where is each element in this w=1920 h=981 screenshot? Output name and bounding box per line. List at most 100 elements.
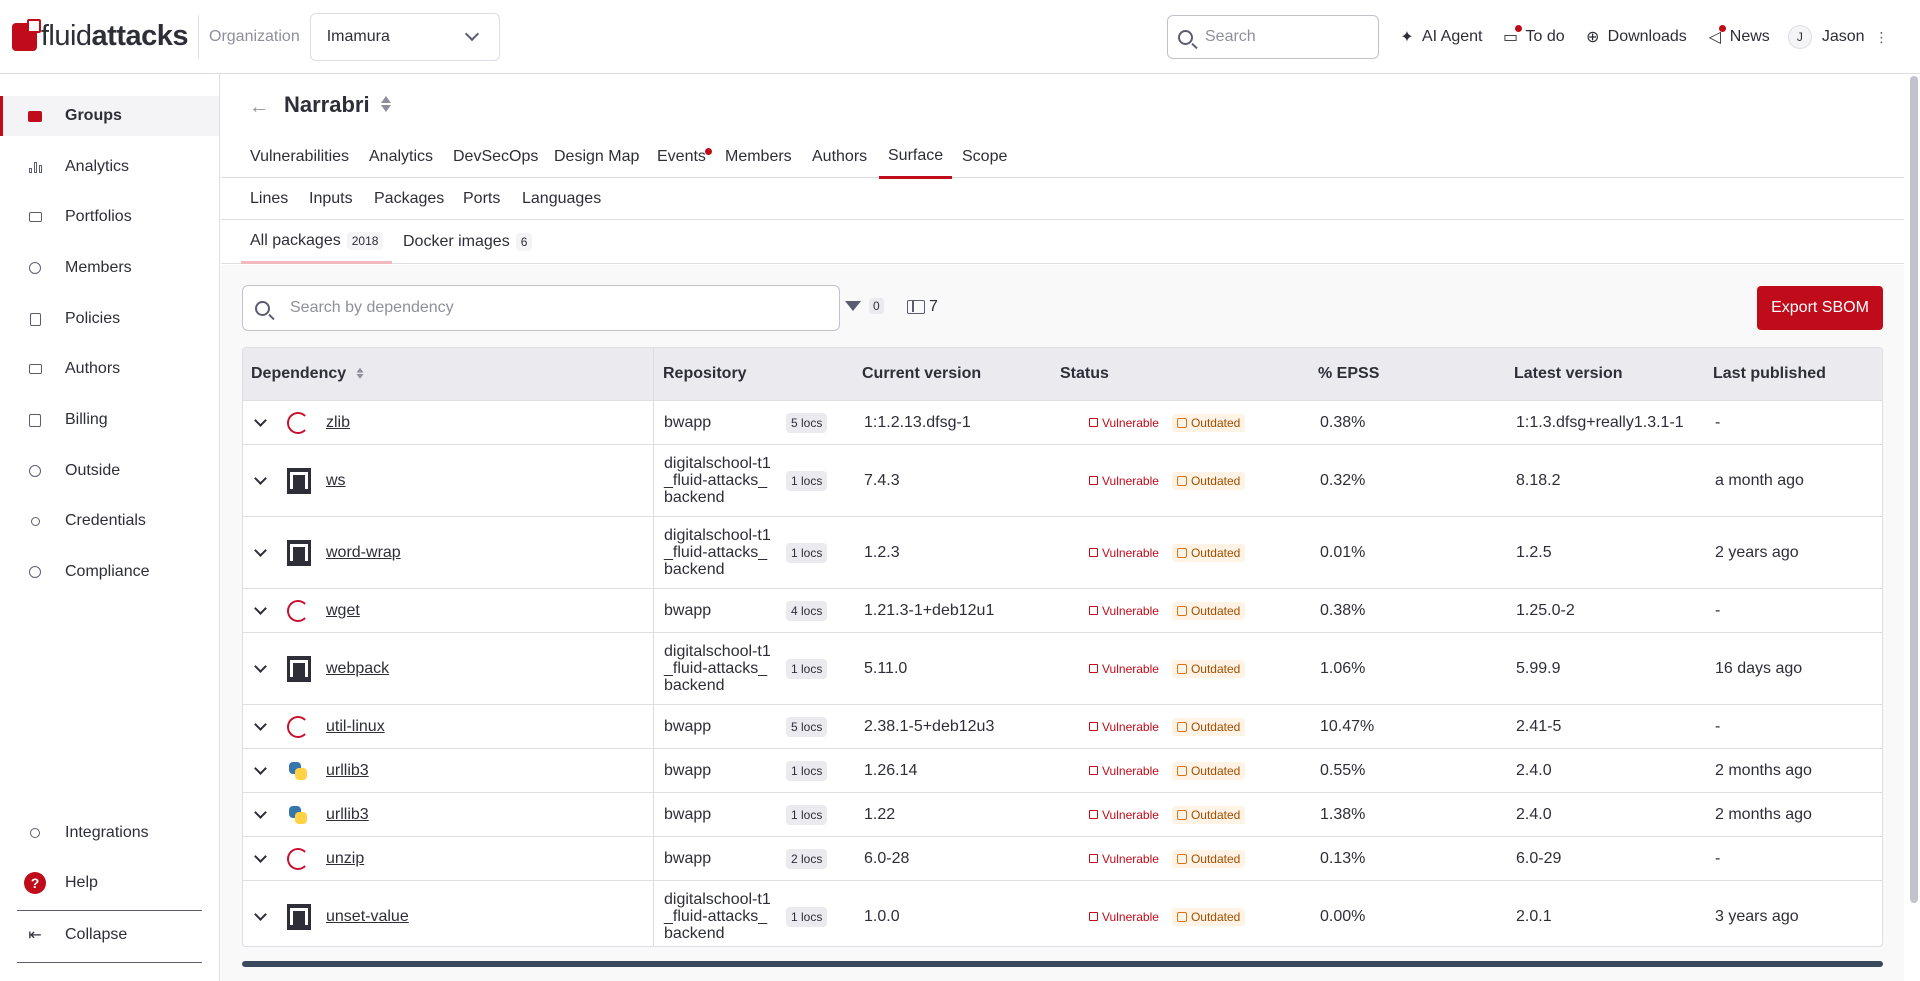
locs-badge[interactable]: 4 locs bbox=[786, 589, 828, 632]
tab-authors[interactable]: Authors bbox=[812, 136, 867, 178]
expand-row-button[interactable] bbox=[254, 705, 268, 748]
locs-badge[interactable]: 5 locs bbox=[786, 705, 828, 748]
vulnerable-label: Vulnerable bbox=[1102, 763, 1159, 778]
fluid-attacks-logo[interactable]: fluidattacks bbox=[12, 18, 189, 53]
dependency-link[interactable]: unset-value bbox=[326, 881, 409, 946]
sidebar-item-analytics[interactable]: Analytics bbox=[0, 147, 219, 187]
python-icon bbox=[287, 760, 309, 782]
tab-design-map[interactable]: Design Map bbox=[554, 136, 639, 178]
locs-badge[interactable]: 1 locs bbox=[786, 881, 828, 946]
tab-docker-images[interactable]: Docker images 6 bbox=[403, 220, 533, 264]
expand-row-button[interactable] bbox=[254, 517, 268, 588]
sidebar-item-label: Integrations bbox=[65, 824, 149, 841]
dependency-search-input[interactable]: Search by dependency bbox=[242, 285, 840, 331]
todo-button[interactable]: ▭ To do bbox=[1501, 25, 1565, 47]
sort-icon[interactable] bbox=[356, 367, 364, 381]
table-row[interactable]: wget bwapp 4 locs 1.21.3-1+deb12u1 Vulnerabl… bbox=[243, 588, 1882, 632]
horizontal-scrollbar[interactable] bbox=[242, 961, 1883, 967]
tab-analytics[interactable]: Analytics bbox=[369, 136, 433, 178]
column-header-status[interactable]: Status bbox=[1060, 348, 1109, 400]
dependency-link[interactable]: wget bbox=[326, 589, 360, 632]
locs-badge[interactable]: 1 locs bbox=[786, 445, 828, 516]
table-row[interactable]: util-linux bwapp 5 locs 2.38.1-5+deb12u3 Vul… bbox=[243, 704, 1882, 748]
sidebar-item-groups[interactable]: Groups bbox=[0, 96, 219, 136]
locs-badge[interactable]: 2 locs bbox=[786, 837, 828, 880]
dependency-link[interactable]: urllib3 bbox=[326, 793, 369, 836]
tab-inputs[interactable]: Inputs bbox=[309, 178, 353, 220]
column-header-epss[interactable]: % EPSS bbox=[1318, 348, 1379, 400]
sidebar-item-members[interactable]: Members bbox=[0, 248, 219, 288]
expand-row-button[interactable] bbox=[254, 749, 268, 792]
tab-scope[interactable]: Scope bbox=[962, 136, 1007, 178]
tab-all-packages[interactable]: All packages 2018 bbox=[241, 220, 393, 264]
mail-icon bbox=[27, 361, 43, 377]
downloads-button[interactable]: ⊕ Downloads bbox=[1583, 27, 1687, 47]
column-header-latest-version[interactable]: Latest version bbox=[1514, 348, 1622, 400]
dependency-link[interactable]: word-wrap bbox=[326, 517, 401, 588]
tab-surface[interactable]: Surface bbox=[879, 136, 953, 179]
user-menu[interactable]: J Jason ⋮ bbox=[1787, 25, 1889, 49]
back-arrow-icon[interactable]: ← bbox=[249, 96, 269, 119]
tab-packages[interactable]: Packages bbox=[374, 178, 444, 220]
expand-row-button[interactable] bbox=[254, 633, 268, 704]
export-sbom-button[interactable]: Export SBOM bbox=[1757, 286, 1883, 330]
column-header-current-version[interactable]: Current version bbox=[862, 348, 981, 400]
tab-devsecops[interactable]: DevSecOps bbox=[453, 136, 538, 178]
column-header-dependency[interactable]: Dependency bbox=[251, 348, 364, 400]
expand-row-button[interactable] bbox=[254, 793, 268, 836]
tab-lines[interactable]: Lines bbox=[250, 178, 288, 220]
dependency-link[interactable]: ws bbox=[326, 445, 346, 516]
column-header-repository[interactable]: Repository bbox=[663, 348, 747, 400]
news-button[interactable]: ◁ News bbox=[1705, 25, 1770, 47]
group-switcher-icon[interactable] bbox=[380, 96, 392, 114]
collapse-button[interactable]: ⇤ Collapse bbox=[0, 915, 219, 955]
table-row[interactable]: zlib bwapp 5 locs 1:1.2.13.dfsg-1 Vulnerable… bbox=[243, 400, 1882, 444]
table-row[interactable]: word-wrap digitalschool-t1_fluid-attacks_… bbox=[243, 516, 1882, 588]
locs-badge[interactable]: 1 locs bbox=[786, 793, 828, 836]
outdated-label: Outdated bbox=[1190, 473, 1241, 488]
tab-ports[interactable]: Ports bbox=[463, 178, 500, 220]
sidebar-item-portfolios[interactable]: Portfolios bbox=[0, 197, 219, 237]
locs-badge[interactable]: 5 locs bbox=[786, 401, 828, 444]
column-header-last-published[interactable]: Last published bbox=[1713, 348, 1826, 400]
dependency-link[interactable]: util-linux bbox=[326, 705, 385, 748]
ai-agent-button[interactable]: ✦ AI Agent bbox=[1397, 27, 1482, 47]
npm-icon bbox=[287, 655, 311, 682]
expand-row-button[interactable] bbox=[254, 401, 268, 444]
tab-events[interactable]: Events bbox=[657, 136, 712, 178]
expand-row-button[interactable] bbox=[254, 837, 268, 880]
tab-vulnerabilities[interactable]: Vulnerabilities bbox=[250, 136, 349, 178]
dependency-link[interactable]: unzip bbox=[326, 837, 364, 880]
table-row[interactable]: unzip bwapp 2 locs 6.0-28 Vulnerable Outdated… bbox=[243, 836, 1882, 880]
expand-row-button[interactable] bbox=[254, 589, 268, 632]
table-row[interactable]: ws digitalschool-t1_fluid-attacks_backend… bbox=[243, 444, 1882, 516]
filter-button[interactable]: 0 bbox=[845, 298, 884, 314]
sidebar-item-policies[interactable]: Policies bbox=[0, 299, 219, 339]
tab-languages[interactable]: Languages bbox=[522, 178, 601, 220]
sidebar-item-authors[interactable]: Authors bbox=[0, 349, 219, 389]
locs-badge[interactable]: 1 locs bbox=[786, 633, 828, 704]
sidebar-item-integrations[interactable]: Integrations bbox=[0, 813, 219, 853]
kebab-menu-icon[interactable]: ⋮ bbox=[1875, 29, 1889, 46]
sidebar-item-outside[interactable]: Outside bbox=[0, 451, 219, 491]
sidebar-item-billing[interactable]: Billing bbox=[0, 400, 219, 440]
dependency-link[interactable]: zlib bbox=[326, 401, 350, 444]
global-search-input[interactable]: Search bbox=[1167, 15, 1379, 59]
tab-members[interactable]: Members bbox=[725, 136, 792, 178]
table-row[interactable]: unset-value digitalschool-t1_fluid-attack… bbox=[243, 880, 1882, 946]
table-row[interactable]: urllib3 bwapp 1 locs 1.26.14 Vulnerable Outda… bbox=[243, 748, 1882, 792]
organization-select[interactable]: Imamura bbox=[309, 12, 500, 61]
table-row[interactable]: webpack digitalschool-t1_fluid-attacks_ba… bbox=[243, 632, 1882, 704]
expand-row-button[interactable] bbox=[254, 445, 268, 516]
expand-row-button[interactable] bbox=[254, 881, 268, 946]
sidebar-item-credentials[interactable]: Credentials bbox=[0, 501, 219, 541]
dependency-link[interactable]: webpack bbox=[326, 633, 389, 704]
locs-badge[interactable]: 1 locs bbox=[786, 749, 828, 792]
columns-button[interactable]: 7 bbox=[907, 298, 938, 316]
table-row[interactable]: urllib3 bwapp 1 locs 1.22 Vulnerable Outdated… bbox=[243, 792, 1882, 836]
sidebar-item-compliance[interactable]: Compliance bbox=[0, 552, 219, 592]
vertical-scrollbar[interactable] bbox=[1910, 76, 1918, 903]
locs-badge[interactable]: 1 locs bbox=[786, 517, 828, 588]
dependency-link[interactable]: urllib3 bbox=[326, 749, 369, 792]
sidebar-item-help[interactable]: ? Help bbox=[0, 863, 219, 903]
